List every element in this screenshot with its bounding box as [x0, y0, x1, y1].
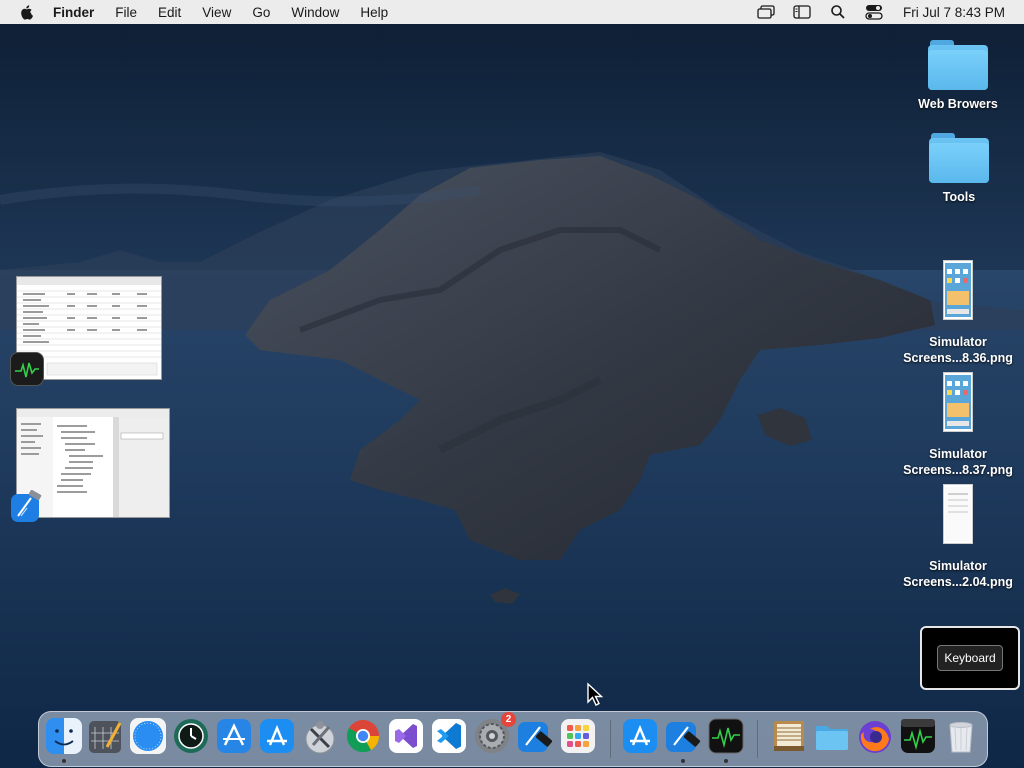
dock-xcode-tools[interactable]	[301, 717, 339, 755]
xcode-icon	[666, 722, 701, 752]
instruments-icon	[217, 719, 251, 753]
spotlight-search-icon[interactable]	[829, 4, 847, 20]
control-center-icon[interactable]	[865, 4, 883, 20]
desktop-wallpaper	[0, 152, 1024, 768]
app-store-icon	[260, 719, 294, 753]
image-thumbnail-icon	[943, 484, 973, 544]
xcode-tools-icon	[305, 721, 335, 754]
dock-script-editor[interactable]	[87, 717, 125, 755]
dock-firefox[interactable]	[856, 717, 894, 755]
chrome-icon	[346, 720, 380, 753]
menu-go[interactable]: Go	[252, 5, 270, 20]
dock-xcode-2[interactable]	[664, 717, 702, 755]
desktop-icon-label: Simulator Screens...8.36.png	[903, 335, 1013, 365]
menu-bar: Finder File Edit View Go Window Help Fri…	[0, 0, 1024, 24]
desktop-icon-simulator-screenshot-2[interactable]: Simulator Screens...8.37.png	[898, 372, 1018, 478]
dock-app-store-2[interactable]	[621, 717, 659, 755]
menu-view[interactable]: View	[202, 5, 231, 20]
dock-chrome[interactable]	[344, 717, 382, 755]
dock-activity-monitor[interactable]	[707, 717, 745, 755]
mouse-cursor-icon	[587, 682, 604, 706]
menu-bar-clock[interactable]: Fri Jul 7 8:43 PM	[903, 5, 1005, 20]
activity-monitor-icon	[10, 352, 44, 386]
desktop-icon-simulator-screenshot-1[interactable]: Simulator Screens...8.36.png	[898, 260, 1018, 366]
activity-monitor-icon	[708, 718, 744, 754]
desktop-icon-label: Tools	[942, 190, 976, 204]
dock-activity-monitor-2[interactable]	[899, 717, 937, 755]
dock-archive-utility[interactable]	[770, 717, 808, 755]
xcode-icon	[518, 722, 553, 752]
dock-separator	[757, 720, 758, 758]
time-machine-icon	[174, 719, 208, 753]
dock-safari[interactable]	[129, 717, 167, 755]
dock-finder[interactable]	[45, 717, 83, 755]
dock-downloads-folder[interactable]	[813, 717, 851, 755]
dock-trash[interactable]	[942, 717, 980, 755]
menu-file[interactable]: File	[115, 5, 137, 20]
desktop-icon-simulator-screenshot-3[interactable]: Simulator Screens...2.04.png	[898, 484, 1018, 590]
dock-launchpad[interactable]	[559, 717, 597, 755]
trash-icon	[949, 722, 973, 753]
screen-mirroring-icon[interactable]	[757, 4, 775, 20]
menu-help[interactable]: Help	[360, 5, 388, 20]
dock-vscode[interactable]	[430, 717, 468, 755]
keyboard-viewer-panel: Keyboard	[920, 626, 1020, 690]
firefox-icon	[859, 721, 891, 753]
apple-menu-icon[interactable]	[19, 4, 35, 20]
app-store-icon	[623, 719, 657, 753]
vscode-icon	[432, 719, 466, 753]
visual-studio-icon	[389, 719, 423, 753]
dock: 2	[38, 711, 988, 767]
folder-icon	[816, 726, 848, 750]
desktop-icon-tools[interactable]: Tools	[899, 133, 1019, 205]
script-editor-icon	[89, 721, 122, 753]
menu-window[interactable]: Window	[291, 5, 339, 20]
xcode-icon	[9, 489, 43, 524]
dock-visual-studio[interactable]	[387, 717, 425, 755]
launchpad-icon	[561, 719, 595, 753]
dock-system-preferences[interactable]: 2	[473, 712, 516, 755]
folder-icon	[928, 40, 988, 90]
archive-icon	[774, 721, 804, 751]
dock-time-machine[interactable]	[172, 717, 210, 755]
running-indicator	[724, 759, 728, 763]
desktop-icon-web-browers[interactable]: Web Browers	[898, 40, 1018, 112]
desktop-icon-label: Simulator Screens...2.04.png	[903, 559, 1013, 589]
dock-instruments[interactable]	[215, 717, 253, 755]
image-thumbnail-icon	[943, 260, 973, 320]
keyboard-button[interactable]: Keyboard	[937, 645, 1003, 671]
finder-icon	[46, 718, 82, 754]
desktop-icon-label: Web Browers	[918, 97, 998, 111]
image-thumbnail-icon	[943, 372, 973, 432]
safari-icon	[130, 718, 166, 754]
running-indicator	[62, 759, 66, 763]
dock-app-store[interactable]	[258, 717, 296, 755]
dock-separator	[610, 720, 611, 758]
sidebar-toggle-icon[interactable]	[793, 4, 811, 20]
running-indicator	[681, 759, 685, 763]
dock-xcode[interactable]	[516, 717, 554, 755]
desktop-icon-label: Simulator Screens...8.37.png	[903, 447, 1013, 477]
menu-edit[interactable]: Edit	[158, 5, 181, 20]
menu-app-name[interactable]: Finder	[53, 5, 94, 20]
activity-monitor-icon	[901, 719, 935, 753]
folder-icon	[929, 133, 989, 183]
notification-badge: 2	[501, 712, 516, 727]
